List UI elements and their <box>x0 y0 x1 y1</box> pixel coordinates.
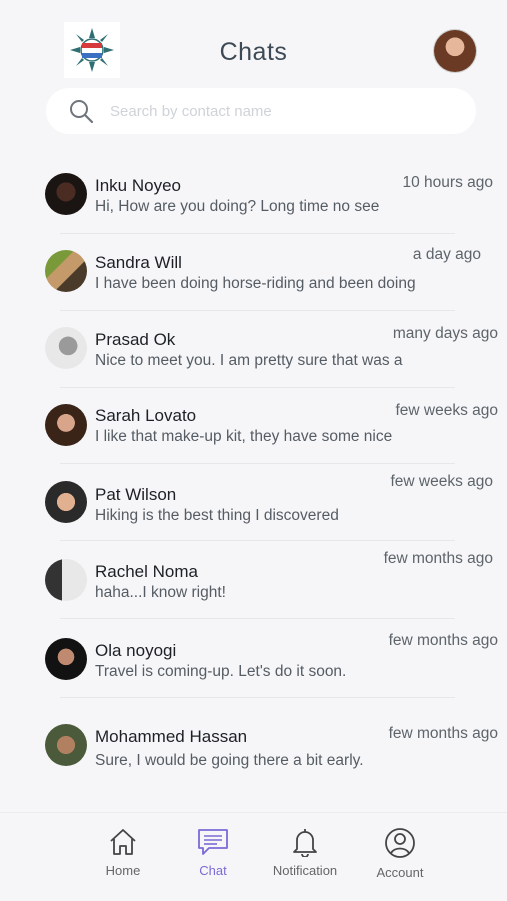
chat-icon <box>198 829 228 855</box>
search-input[interactable] <box>108 101 442 121</box>
message-time: few months ago <box>388 632 498 649</box>
message-time: few months ago <box>383 550 493 567</box>
avatar <box>45 638 87 680</box>
message-preview: Hiking is the best thing I discovered <box>95 507 339 524</box>
avatar <box>45 404 87 446</box>
divider <box>60 463 455 464</box>
nav-chat[interactable]: Chat <box>168 827 258 878</box>
message-preview: Nice to meet you. I am pretty sure that … <box>95 352 403 369</box>
message-time: few weeks ago <box>395 402 498 419</box>
avatar <box>45 327 87 369</box>
nav-chat-label: Chat <box>199 863 227 878</box>
bottom-nav: Home Chat Notification Account <box>0 812 507 901</box>
contact-name: Sandra Will <box>95 253 182 272</box>
search-icon <box>70 100 94 124</box>
message-time: many days ago <box>392 325 498 342</box>
message-preview: I have been doing horse-riding and been … <box>95 275 416 292</box>
home-icon <box>110 829 136 855</box>
divider <box>60 618 455 619</box>
contact-name: Ola noyogi <box>95 641 177 660</box>
message-preview: haha...I know right! <box>95 584 226 601</box>
nav-notification-label: Notification <box>272 863 338 878</box>
avatar <box>45 724 87 766</box>
message-time: few weeks ago <box>390 473 493 490</box>
avatar <box>45 250 87 292</box>
nav-account[interactable]: Account <box>355 827 445 880</box>
nav-home-label: Home <box>105 863 141 878</box>
contact-name: Inku Noyeo <box>95 176 181 195</box>
nav-home[interactable]: Home <box>78 827 168 878</box>
divider <box>60 233 455 234</box>
message-preview: I like that make-up kit, they have some … <box>95 428 393 445</box>
contact-name: Sarah Lovato <box>95 406 197 425</box>
contact-name: Rachel Noma <box>95 562 198 581</box>
page-title: Chats <box>219 38 288 66</box>
avatar <box>45 481 87 523</box>
contact-name: Mohammed Hassan <box>95 727 248 746</box>
message-preview: Travel is coming-up. Let's do it soon. <box>95 663 347 680</box>
contact-name: Prasad Ok <box>95 330 176 349</box>
avatar <box>45 173 87 215</box>
account-icon <box>385 828 415 858</box>
search-bar[interactable] <box>46 88 476 134</box>
message-preview: Sure, I would be going there a bit early… <box>95 752 364 769</box>
nav-notification[interactable]: Notification <box>260 827 350 878</box>
message-time: 10 hours ago <box>402 174 494 191</box>
avatar <box>45 559 87 601</box>
bell-icon <box>293 829 317 857</box>
divider <box>60 697 455 698</box>
nav-account-label: Account <box>376 865 424 880</box>
divider <box>60 310 455 311</box>
profile-avatar[interactable] <box>434 30 476 72</box>
divider <box>60 387 455 388</box>
message-time: a day ago <box>412 246 481 263</box>
contact-name: Pat Wilson <box>95 485 177 504</box>
message-preview: Hi, How are you doing? Long time no see <box>95 198 380 215</box>
message-time: few months ago <box>388 725 498 742</box>
divider <box>60 540 455 541</box>
